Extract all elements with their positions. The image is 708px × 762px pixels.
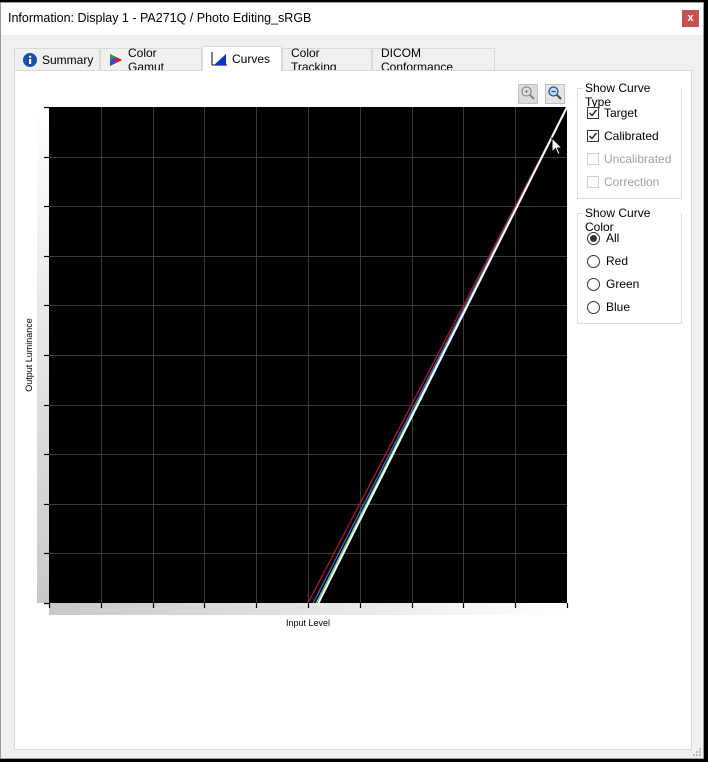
x-axis-label: Input Level — [286, 618, 330, 628]
radio-green[interactable]: Green — [587, 277, 639, 291]
curves-chart: Input Level Output Luminance — [24, 106, 569, 628]
info-icon — [23, 52, 37, 67]
color-gamut-icon — [109, 53, 123, 67]
radio-all[interactable]: All — [587, 231, 619, 245]
radio-label: Red — [606, 254, 629, 268]
curve-color-group: Show Curve Color All Red Green Blue — [577, 206, 682, 324]
checkbox-label: Uncalibrated — [604, 152, 672, 166]
curve-color-title: Show Curve Color — [583, 206, 681, 234]
curve-type-group: Show Curve Type Target Calibrated Uncali… — [577, 81, 682, 199]
radio-button[interactable] — [587, 277, 600, 291]
radio-button[interactable] — [587, 231, 600, 245]
curves-icon — [211, 52, 227, 66]
tab-label: Curves — [232, 52, 271, 66]
checkbox-box[interactable] — [587, 130, 599, 142]
checkbox-label: Calibrated — [604, 129, 659, 143]
checkbox-label: Target — [604, 106, 638, 120]
mouse-cursor-icon — [551, 137, 563, 156]
radio-button[interactable] — [587, 300, 600, 314]
curves-panel: Input Level Output Luminance Show Curve … — [14, 70, 692, 750]
checkbox-box[interactable] — [587, 107, 599, 119]
y-axis-label: Output Luminance — [24, 318, 34, 392]
checkbox-calibrated[interactable]: Calibrated — [587, 129, 659, 143]
checkbox-box — [587, 176, 599, 188]
resize-grip-icon[interactable] — [693, 748, 701, 756]
curve-type-title: Show Curve Type — [583, 81, 681, 109]
checkbox-label: Correction — [604, 175, 660, 189]
title-bar: Information: Display 1 - PA271Q / Photo … — [1, 3, 703, 35]
radio-red[interactable]: Red — [587, 254, 628, 268]
tab-color-gamut[interactable]: Color Gamut — [100, 46, 202, 74]
radio-blue[interactable]: Blue — [587, 300, 630, 314]
radio-label: Green — [606, 277, 640, 291]
tab-summary[interactable]: Summary — [14, 48, 100, 70]
tab-curves[interactable]: Curves — [202, 46, 282, 71]
checkbox-box — [587, 153, 599, 165]
window-title: Information: Display 1 - PA271Q / Photo … — [8, 11, 312, 25]
checkbox-uncalibrated: Uncalibrated — [587, 152, 671, 166]
radio-button[interactable] — [587, 254, 600, 268]
tab-dicom-conformance[interactable]: DICOM Conformance — [372, 46, 495, 74]
tab-color-tracking[interactable]: Color Tracking — [282, 46, 372, 74]
radio-label: Blue — [606, 300, 631, 314]
information-window: Information: Display 1 - PA271Q / Photo … — [0, 2, 704, 759]
close-button[interactable]: x — [682, 10, 699, 27]
checkbox-target[interactable]: Target — [587, 106, 637, 120]
checkbox-correction: Correction — [587, 175, 659, 189]
tab-label: Summary — [42, 52, 94, 67]
radio-label: All — [606, 231, 620, 245]
